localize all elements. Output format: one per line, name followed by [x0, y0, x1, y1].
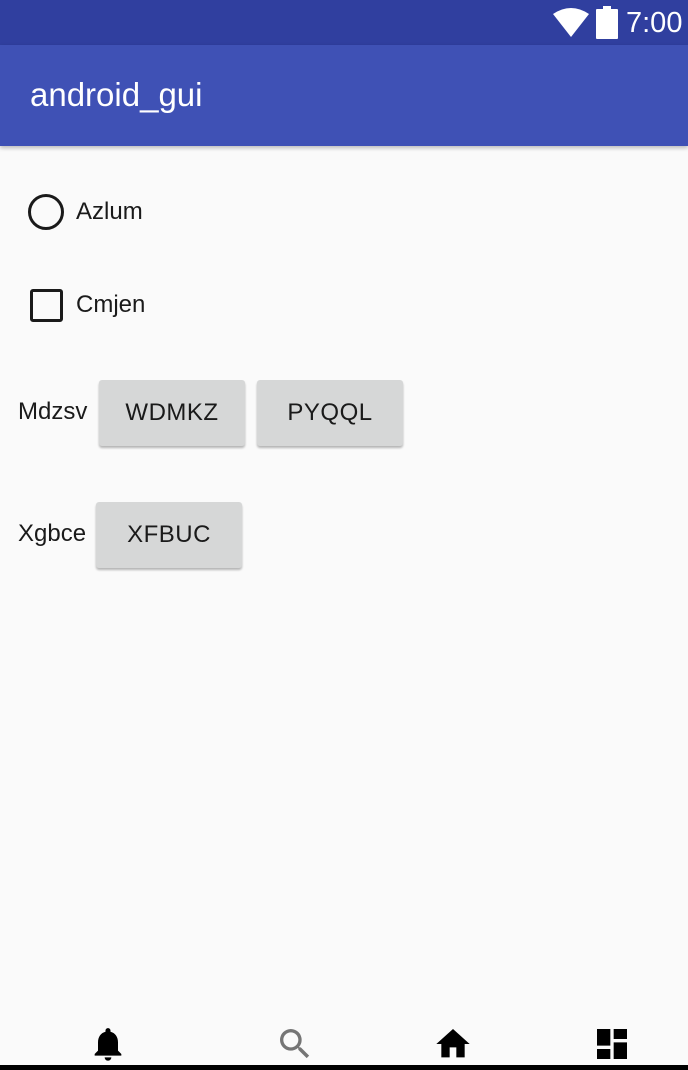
- status-bar: 7:00: [0, 0, 688, 45]
- system-nav-bar: [0, 1065, 688, 1070]
- nav-dashboard[interactable]: [592, 1024, 632, 1064]
- button-group-label-mdzsv: Mdzsv: [18, 398, 88, 425]
- screen: 7:00 android_gui Azlum Cmjen Mdzsv WDMKZ…: [0, 0, 688, 1070]
- status-time: 7:00: [626, 7, 683, 39]
- radio-label: Azlum: [76, 198, 143, 225]
- wdmkz-button[interactable]: WDMKZ: [99, 380, 245, 446]
- button-group-label-xgbce: Xgbce: [18, 520, 87, 547]
- app-title: android_gui: [30, 76, 203, 113]
- nav-notifications[interactable]: [88, 1024, 128, 1064]
- bottom-navigation: [0, 1010, 688, 1070]
- pyqql-button[interactable]: PYQQL: [257, 380, 403, 446]
- dashboard-icon[interactable]: [592, 1024, 632, 1064]
- nav-home[interactable]: [433, 1024, 473, 1064]
- bell-icon[interactable]: [88, 1024, 128, 1064]
- battery-icon: [596, 6, 618, 39]
- checkbox-square-icon[interactable]: [30, 288, 63, 322]
- xfbuc-button[interactable]: XFBUC: [96, 502, 242, 568]
- app-bar: android_gui: [0, 45, 688, 146]
- wifi-icon: [553, 8, 589, 37]
- search-icon[interactable]: [275, 1024, 315, 1064]
- nav-search[interactable]: [275, 1024, 315, 1064]
- checkbox-label: Cmjen: [76, 291, 146, 318]
- home-icon[interactable]: [433, 1024, 473, 1064]
- radio-option-azlum[interactable]: Azlum: [28, 192, 143, 232]
- checkbox-cmjen[interactable]: Cmjen: [30, 285, 145, 325]
- radio-circle-icon[interactable]: [28, 194, 64, 230]
